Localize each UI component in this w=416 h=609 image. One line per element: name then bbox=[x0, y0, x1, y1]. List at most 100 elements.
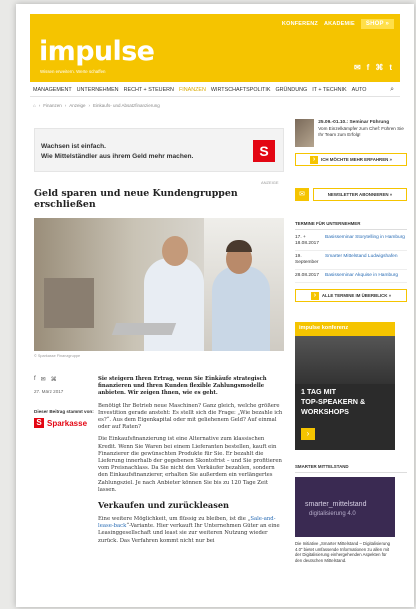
ad-line-1: Wachsen ist einfach. bbox=[41, 143, 106, 150]
event-item[interactable]: 28.08.2017 Basisseminar Akquise in Hambu… bbox=[295, 270, 407, 283]
nav-item-auto[interactable]: AUTO bbox=[352, 87, 367, 93]
nav-item-finanzen[interactable]: FINANZEN bbox=[179, 87, 206, 93]
sponsor-label: Dieser Beitrag stammt von: bbox=[34, 409, 94, 414]
paragraph-text: Eine weitere Möglichkeit, um flüssig zu … bbox=[98, 516, 251, 523]
nav-item-it-technik[interactable]: IT + TECHNIK bbox=[312, 87, 346, 93]
shop-button[interactable]: SHOP » bbox=[360, 19, 394, 29]
seminar-teaser[interactable]: 25.09.-01.10.: Seminar Führung Vom Einze… bbox=[295, 119, 407, 147]
ad-banner[interactable]: Wachsen ist einfach. Wie Mittelständler … bbox=[34, 128, 284, 172]
chevron-icon: › bbox=[310, 155, 318, 164]
paragraph-text: “-Variante. Hier verkauft Ihr Unternehme… bbox=[98, 523, 280, 544]
breadcrumb-finanzen[interactable]: Finanzen bbox=[43, 103, 62, 108]
share-icon[interactable]: ⌘ bbox=[375, 64, 383, 72]
event-item[interactable]: 19. September Smarter Mittelstand Ludwig… bbox=[295, 251, 407, 270]
breadcrumb: ⌂ › Finanzen › Anzeige › Einkaufs- und A… bbox=[33, 103, 160, 108]
article-date: 27. März 2017 bbox=[34, 389, 64, 394]
photo-credit: © Sparkasse Finanzgruppe bbox=[34, 354, 81, 358]
chevron-icon: › bbox=[310, 291, 319, 300]
article-body: Sie steigern Ihren Ertrag, wenn Sie Eink… bbox=[98, 376, 284, 550]
share-buttons: f ✉ ⌘ bbox=[34, 376, 94, 383]
seminar-date: 25.09.-01.10.: Seminar Führung bbox=[318, 120, 390, 125]
breadcrumb-anzeige[interactable]: Anzeige bbox=[69, 103, 85, 108]
banner-line-1: 1 TAG MIT bbox=[301, 387, 337, 396]
twitter-icon[interactable]: t bbox=[389, 64, 392, 72]
site-tagline: Wissen erweitern. Werte schaffen bbox=[40, 69, 106, 74]
site-logo[interactable]: impulse bbox=[39, 38, 155, 65]
breadcrumb-separator: › bbox=[38, 103, 41, 108]
newsletter: ✉ NEWSLETTER ABONNIEREN » bbox=[295, 188, 407, 201]
photo-boxes bbox=[44, 278, 94, 328]
events-list: 17. + 18.08.2017 Basisseminar Storytelli… bbox=[295, 232, 407, 283]
smarter-mittelstand-heading: SMARTER MITTELSTAND bbox=[295, 464, 407, 473]
breadcrumb-current: Einkaufs- und Absatzfinanzierung bbox=[93, 103, 160, 108]
main-nav: MANAGEMENT UNTERNEHMEN RECHT + STEUERN F… bbox=[30, 84, 400, 97]
sponsor-name: Sparkasse bbox=[47, 418, 88, 428]
article-photo bbox=[34, 218, 284, 351]
article-lead: Sie steigern Ihren Ertrag, wenn Sie Eink… bbox=[98, 376, 267, 397]
all-events-button[interactable]: › ALLE TERMINE IM ÜBERBLICK » bbox=[295, 289, 407, 302]
banner-brand: impulse konferenz bbox=[299, 325, 349, 331]
sparkasse-icon: S bbox=[34, 418, 44, 428]
breadcrumb-separator: › bbox=[64, 103, 67, 108]
ms-subtitle: digitalisierung 4.0 bbox=[309, 511, 356, 517]
event-name[interactable]: Smarter Mittelstand Ludwigshafen bbox=[325, 254, 407, 266]
seminar-text: 25.09.-01.10.: Seminar Führung Vom Einze… bbox=[318, 119, 407, 147]
seminar-description: Vom Einzelkämpfer zum Chef: Führen Sie I… bbox=[318, 125, 404, 137]
smarter-mittelstand-image[interactable]: smarter_mittelstand digitalisierung 4.0 bbox=[295, 477, 395, 537]
ms-title: smarter_mittelstand bbox=[305, 501, 367, 508]
sidebar: 25.09.-01.10.: Seminar Führung Vom Einze… bbox=[295, 119, 407, 563]
facebook-share-icon[interactable]: f bbox=[34, 376, 36, 383]
site-header: KONFERENZ AKADEMIE SHOP » impulse Wissen… bbox=[30, 14, 400, 82]
top-link-konferenz[interactable]: KONFERENZ bbox=[282, 21, 318, 27]
ad-label: ANZEIGE bbox=[261, 180, 279, 185]
photo-person-1 bbox=[144, 258, 204, 351]
chevron-right-icon[interactable]: › bbox=[301, 428, 315, 440]
events-heading: TERMINE FÜR UNTERNEHMER bbox=[295, 221, 407, 230]
nav-item-recht-steuern[interactable]: RECHT + STEUERN bbox=[124, 87, 174, 93]
event-name[interactable]: Basisseminar Storytelling in Hamburg bbox=[325, 235, 407, 247]
sparkasse-logo: S bbox=[253, 140, 275, 162]
learn-more-button[interactable]: › ICH MÖCHTE MEHR ERFAHREN » bbox=[295, 153, 407, 166]
banner-line-2: TOP-SPEAKERN & bbox=[301, 397, 366, 406]
nav-item-management[interactable]: MANAGEMENT bbox=[33, 87, 72, 93]
photo-head-1 bbox=[162, 236, 188, 266]
event-date: 17. + 18.08.2017 bbox=[295, 235, 320, 246]
mail-share-icon[interactable]: ✉ bbox=[41, 376, 46, 383]
article-subheading: Verkaufen und zurückleasen bbox=[98, 500, 229, 511]
browser-page: KONFERENZ AKADEMIE SHOP » impulse Wissen… bbox=[16, 4, 414, 607]
nav-item-unternehmen[interactable]: UNTERNEHMEN bbox=[77, 87, 119, 93]
event-item[interactable]: 17. + 18.08.2017 Basisseminar Storytelli… bbox=[295, 232, 407, 251]
event-name[interactable]: Basisseminar Akquise in Hamburg bbox=[325, 273, 407, 279]
breadcrumb-separator: › bbox=[88, 103, 91, 108]
article-paragraph: Die Einkaufsfinanzierung ist eine Altern… bbox=[98, 436, 282, 493]
banner-line-3: WORKSHOPS bbox=[301, 407, 349, 416]
mail-icon[interactable]: ✉ bbox=[354, 64, 361, 72]
top-links: KONFERENZ AKADEMIE SHOP » bbox=[282, 19, 394, 29]
event-date: 28.08.2017 bbox=[295, 273, 320, 278]
social-links: ✉ f ⌘ t bbox=[354, 64, 392, 72]
home-icon[interactable]: ⌂ bbox=[33, 103, 36, 108]
banner-image bbox=[295, 336, 395, 384]
top-link-akademie[interactable]: AKADEMIE bbox=[324, 21, 355, 27]
konferenz-banner[interactable]: impulse konferenz 1 TAG MIT TOP-SPEAKERN… bbox=[295, 322, 395, 450]
photo-laptop bbox=[111, 323, 177, 335]
share-icon[interactable]: ⌘ bbox=[51, 376, 57, 383]
newsletter-button[interactable]: NEWSLETTER ABONNIEREN » bbox=[313, 188, 407, 201]
photo-person-2 bbox=[212, 266, 270, 351]
search-icon[interactable]: ⌕ bbox=[390, 86, 394, 94]
article-paragraph: Eine weitere Möglichkeit, um flüssig zu … bbox=[98, 516, 284, 545]
seminar-image bbox=[295, 119, 315, 147]
article-paragraph: Benötigt Ihr Betrieb neue Maschinen? Gan… bbox=[98, 402, 283, 431]
sponsor-logo[interactable]: S Sparkasse bbox=[34, 418, 94, 428]
facebook-icon[interactable]: f bbox=[367, 64, 370, 72]
nav-item-wirtschaftspolitik[interactable]: WIRTSCHAFTSPOLITIK bbox=[211, 87, 271, 93]
learn-more-label: ICH MÖCHTE MEHR ERFAHREN » bbox=[321, 157, 392, 162]
article-title: Geld sparen und neue Kundengruppen ersch… bbox=[34, 188, 238, 210]
ad-line-2: Wie Mittelständler aus ihrem Geld mehr m… bbox=[41, 153, 194, 160]
nav-item-gruendung[interactable]: GRÜNDUNG bbox=[275, 87, 307, 93]
article-meta: f ✉ ⌘ 27. März 2017 Dieser Beitrag stamm… bbox=[34, 376, 94, 428]
all-events-label: ALLE TERMINE IM ÜBERBLICK » bbox=[321, 293, 392, 298]
mail-icon: ✉ bbox=[295, 188, 309, 201]
smarter-mittelstand-text: Die Initiative „Smarter Mittelstand – Di… bbox=[295, 541, 391, 563]
event-date: 19. September bbox=[295, 254, 319, 265]
